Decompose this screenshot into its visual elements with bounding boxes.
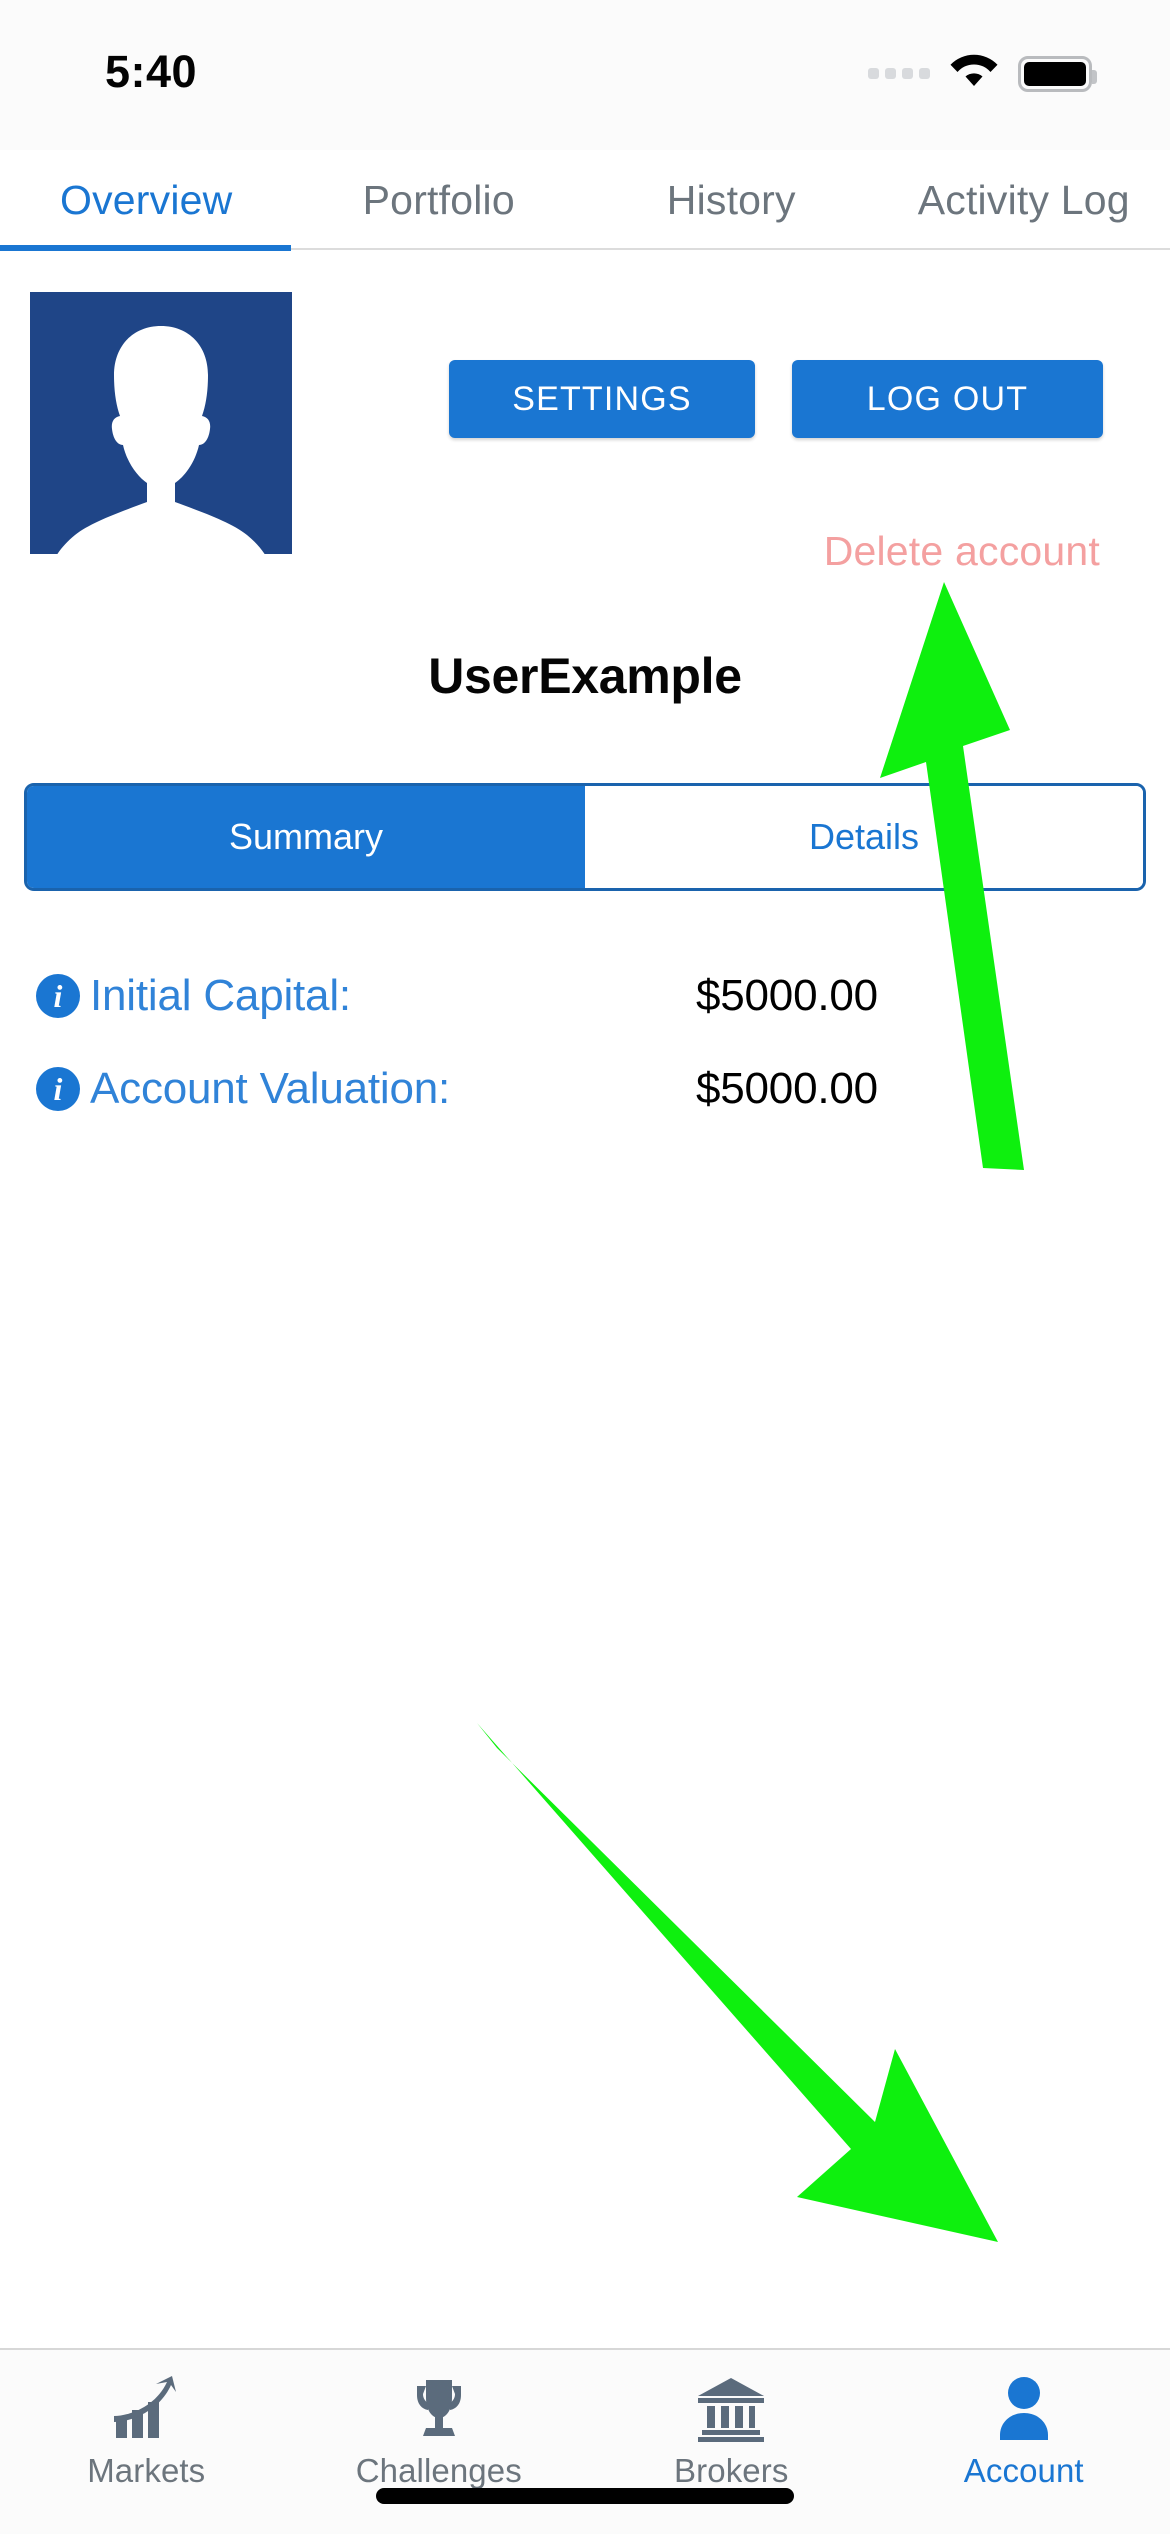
tab-overview-label: Overview bbox=[60, 177, 232, 224]
status-bar-clock: 5:40 bbox=[105, 46, 197, 98]
account-valuation-label: Account Valuation: bbox=[90, 1064, 450, 1114]
nav-item-account-label: Account bbox=[964, 2452, 1084, 2490]
info-icon[interactable]: i bbox=[36, 1067, 80, 1111]
summary-details-segmented-control: Summary Details bbox=[24, 783, 1146, 891]
segment-summary[interactable]: Summary bbox=[27, 786, 585, 888]
chart-growth-icon bbox=[110, 2372, 182, 2446]
person-icon bbox=[993, 2372, 1055, 2446]
nav-item-brokers-label: Brokers bbox=[674, 2452, 788, 2490]
battery-full-icon bbox=[1018, 56, 1092, 92]
settings-button[interactable]: SETTINGS bbox=[449, 360, 755, 438]
tab-history[interactable]: History bbox=[585, 150, 878, 250]
tab-portfolio[interactable]: Portfolio bbox=[293, 150, 586, 250]
initial-capital-label: Initial Capital: bbox=[90, 971, 351, 1021]
nav-item-brokers[interactable]: Brokers bbox=[585, 2350, 878, 2534]
nav-item-challenges-label: Challenges bbox=[356, 2452, 522, 2490]
nav-item-challenges[interactable]: Challenges bbox=[293, 2350, 586, 2534]
default-user-avatar-icon bbox=[30, 292, 292, 554]
summary-row-initial-capital: i Initial Capital: $5000.00 bbox=[36, 965, 1134, 1027]
info-icon[interactable]: i bbox=[36, 974, 80, 1018]
nav-item-markets-label: Markets bbox=[87, 2452, 205, 2490]
nav-item-account[interactable]: Account bbox=[878, 2350, 1170, 2534]
status-bar: 5:40 bbox=[0, 0, 1170, 150]
segment-summary-label: Summary bbox=[229, 816, 383, 858]
tab-history-label: History bbox=[667, 177, 796, 224]
arrow-to-account-tab bbox=[477, 1723, 998, 2242]
segment-details[interactable]: Details bbox=[585, 786, 1143, 888]
trophy-icon bbox=[404, 2372, 474, 2446]
tab-portfolio-label: Portfolio bbox=[363, 177, 515, 224]
signal-dots-icon bbox=[868, 68, 930, 79]
nav-item-markets[interactable]: Markets bbox=[0, 2350, 293, 2534]
segment-details-label: Details bbox=[809, 816, 919, 858]
top-tab-bar: Overview Portfolio History Activity Log bbox=[0, 150, 1170, 250]
logout-button[interactable]: LOG OUT bbox=[792, 360, 1103, 438]
bank-icon bbox=[694, 2372, 768, 2446]
page-title: UserExample bbox=[0, 647, 1170, 705]
delete-account-link[interactable]: Delete account bbox=[824, 528, 1100, 575]
home-indicator bbox=[376, 2488, 794, 2504]
initial-capital-value: $5000.00 bbox=[696, 971, 878, 1021]
tab-overview[interactable]: Overview bbox=[0, 150, 293, 250]
active-tab-underline bbox=[0, 245, 291, 251]
tab-activity-log-label: Activity Log bbox=[918, 177, 1130, 224]
avatar[interactable] bbox=[30, 292, 292, 554]
status-bar-indicators bbox=[868, 52, 1092, 95]
bottom-navigation-bar: Markets Challenges bbox=[0, 2348, 1170, 2534]
summary-row-account-valuation: i Account Valuation: $5000.00 bbox=[36, 1058, 1134, 1120]
wifi-icon bbox=[948, 52, 1000, 95]
tab-activity-log[interactable]: Activity Log bbox=[878, 150, 1170, 250]
account-valuation-value: $5000.00 bbox=[696, 1064, 878, 1114]
